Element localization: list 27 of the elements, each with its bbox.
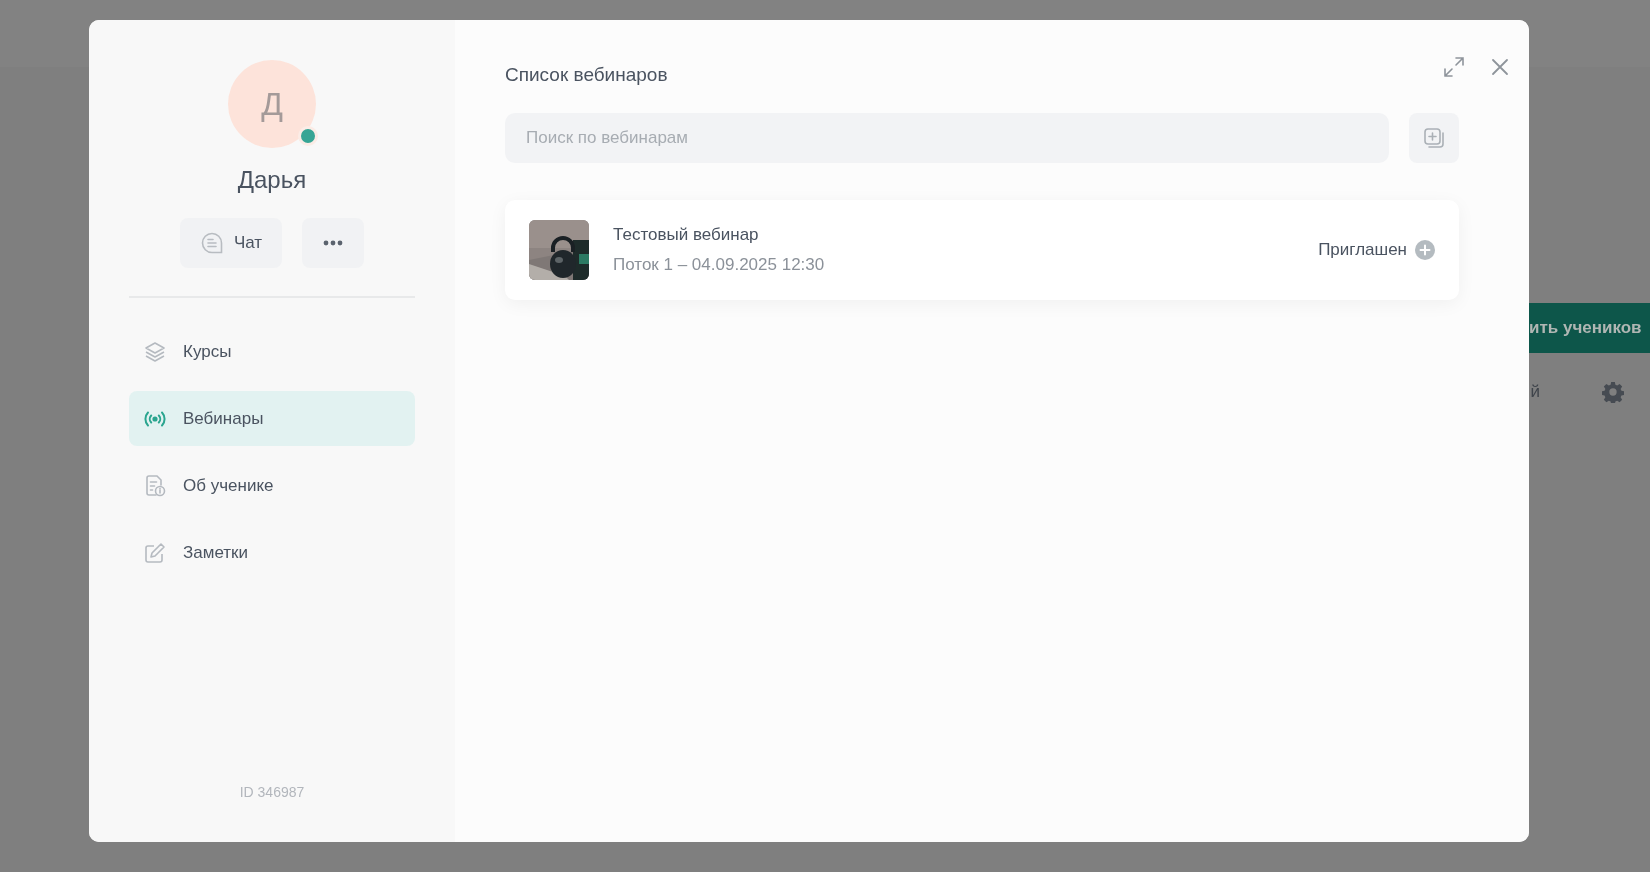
column-header: й [1530,382,1540,402]
student-name: Дарья [237,166,307,194]
panel-title: Список вебинаров [505,64,668,86]
document-info-icon [143,473,167,498]
expand-icon[interactable] [1443,56,1465,78]
chat-icon [199,231,224,255]
chat-button[interactable]: Чат [180,218,282,268]
webinar-schedule: Поток 1 – 04.09.2025 12:30 [613,255,826,275]
add-webinar-button[interactable] [1409,113,1459,163]
close-icon[interactable] [1491,58,1509,76]
avatar: Д [228,60,316,148]
invitation-status: Приглашен [1318,240,1407,260]
edit-note-icon [143,540,167,565]
search-field[interactable]: Поиск по вебинарам [505,113,1389,163]
add-students-button[interactable]: ить учеников [1529,303,1650,353]
webinar-title: Тестовый вебинар [613,225,760,245]
more-button[interactable] [302,218,364,268]
add-copy-icon [1423,127,1445,149]
more-icon [323,240,343,246]
student-id: ID 346987 [239,784,305,800]
plus-circle-icon[interactable] [1415,240,1435,260]
settings-icon[interactable] [1602,381,1624,403]
nav-item[interactable]: Заметки [129,525,415,580]
nav-item[interactable]: Об ученике [129,458,415,513]
nav-item[interactable]: Вебинары [129,391,415,446]
layers-icon [143,339,167,364]
nav-item[interactable]: Курсы [129,324,415,379]
